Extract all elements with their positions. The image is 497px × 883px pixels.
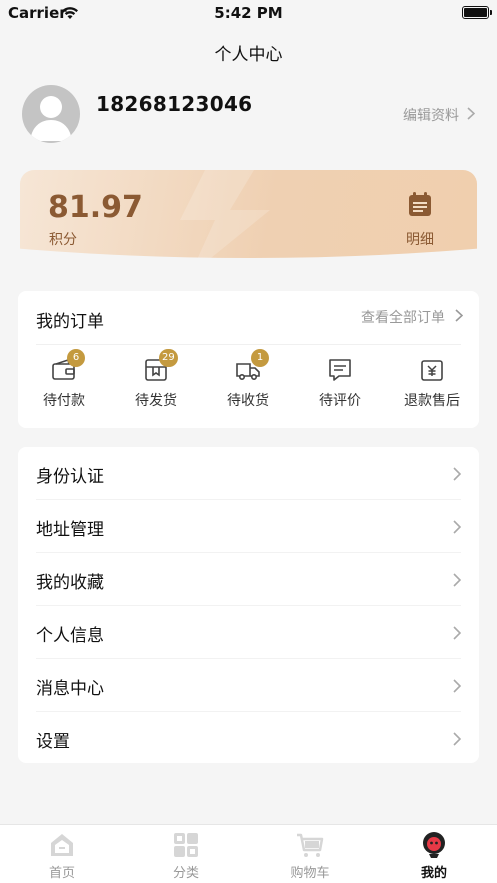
package-icon: 29: [143, 349, 178, 383]
order-label: 待付款: [43, 393, 85, 409]
view-all-orders-label: 查看全部订单: [361, 310, 445, 326]
order-badge: 6: [67, 349, 85, 367]
avatar[interactable]: [22, 85, 80, 143]
profile-icon: [420, 831, 448, 859]
tab-cart[interactable]: 购物车: [248, 831, 372, 881]
points-value: 81.97: [48, 190, 143, 225]
tab-label: 购物车: [290, 866, 330, 881]
edit-profile-label: 编辑资料: [403, 108, 459, 124]
order-badge: 29: [159, 349, 178, 367]
menu-item-settings[interactable]: 设置: [36, 712, 462, 765]
menu-item-label: 个人信息: [36, 626, 104, 646]
order-label: 退款售后: [404, 393, 460, 409]
tab-category[interactable]: 分类: [124, 831, 248, 881]
order-refund-aftersale[interactable]: 退款售后: [386, 357, 478, 410]
tab-bar: 首页 分类 购物车 我的: [0, 824, 497, 883]
profile-header: 18268123046 编辑资料: [0, 80, 497, 150]
chevron-right-icon: [453, 572, 462, 591]
header-curve: [0, 247, 497, 275]
orders-card: 我的订单 查看全部订单 6 待付款 29 待发货 1 待收货 待评价 退款售后: [18, 291, 479, 428]
order-badge: 1: [251, 349, 269, 367]
order-pending-payment[interactable]: 6 待付款: [18, 349, 110, 410]
edit-profile-link[interactable]: 编辑资料: [403, 105, 476, 125]
home-icon: [48, 831, 76, 859]
page-title: 个人中心: [214, 45, 283, 65]
menu-item-label: 设置: [36, 732, 70, 752]
view-all-orders-link[interactable]: 查看全部订单: [361, 307, 464, 327]
category-icon: [172, 831, 200, 859]
chevron-right-icon: [467, 106, 476, 124]
chevron-right-icon: [453, 731, 462, 750]
divider: [36, 344, 461, 345]
tab-profile[interactable]: 我的: [372, 831, 496, 881]
menu-item-label: 地址管理: [36, 520, 104, 540]
order-label: 待发货: [135, 393, 177, 409]
menu-item-favorites[interactable]: 我的收藏: [36, 553, 462, 606]
tab-label: 分类: [172, 866, 199, 881]
cart-icon: [296, 831, 324, 859]
wallet-icon: 6: [51, 349, 85, 383]
menu-item-label: 身份认证: [36, 467, 104, 487]
order-label: 待收货: [227, 393, 269, 409]
chevron-right-icon: [453, 678, 462, 697]
chevron-right-icon: [455, 308, 464, 326]
tab-home[interactable]: 首页: [0, 831, 124, 881]
order-pending-review[interactable]: 待评价: [294, 357, 386, 410]
tab-label: 我的: [420, 866, 447, 881]
chevron-right-icon: [453, 625, 462, 644]
notepad-icon[interactable]: [406, 190, 434, 222]
truck-icon: 1: [235, 349, 269, 383]
user-phone: 18268123046: [96, 92, 253, 116]
menu-card: 身份认证 地址管理 我的收藏 个人信息 消息中心 设置: [18, 447, 479, 763]
chevron-right-icon: [453, 466, 462, 485]
order-label: 待评价: [319, 393, 361, 409]
order-pending-shipment[interactable]: 29 待发货: [110, 349, 202, 410]
menu-item-label: 消息中心: [36, 679, 104, 699]
menu-item-identity[interactable]: 身份认证: [36, 447, 462, 500]
battery-icon: [462, 6, 492, 19]
comment-icon: [327, 357, 353, 383]
chevron-right-icon: [453, 519, 462, 538]
menu-item-label: 我的收藏: [36, 573, 104, 593]
tab-label: 首页: [48, 866, 75, 881]
refund-icon: [419, 357, 445, 383]
menu-item-address[interactable]: 地址管理: [36, 500, 462, 553]
order-pending-receipt[interactable]: 1 待收货: [202, 349, 294, 410]
menu-item-personal-info[interactable]: 个人信息: [36, 606, 462, 659]
clock: 5:42 PM: [214, 4, 283, 22]
menu-item-messages[interactable]: 消息中心: [36, 659, 462, 712]
orders-title: 我的订单: [36, 312, 104, 332]
status-bar: Carrier 5:42 PM: [0, 0, 497, 26]
